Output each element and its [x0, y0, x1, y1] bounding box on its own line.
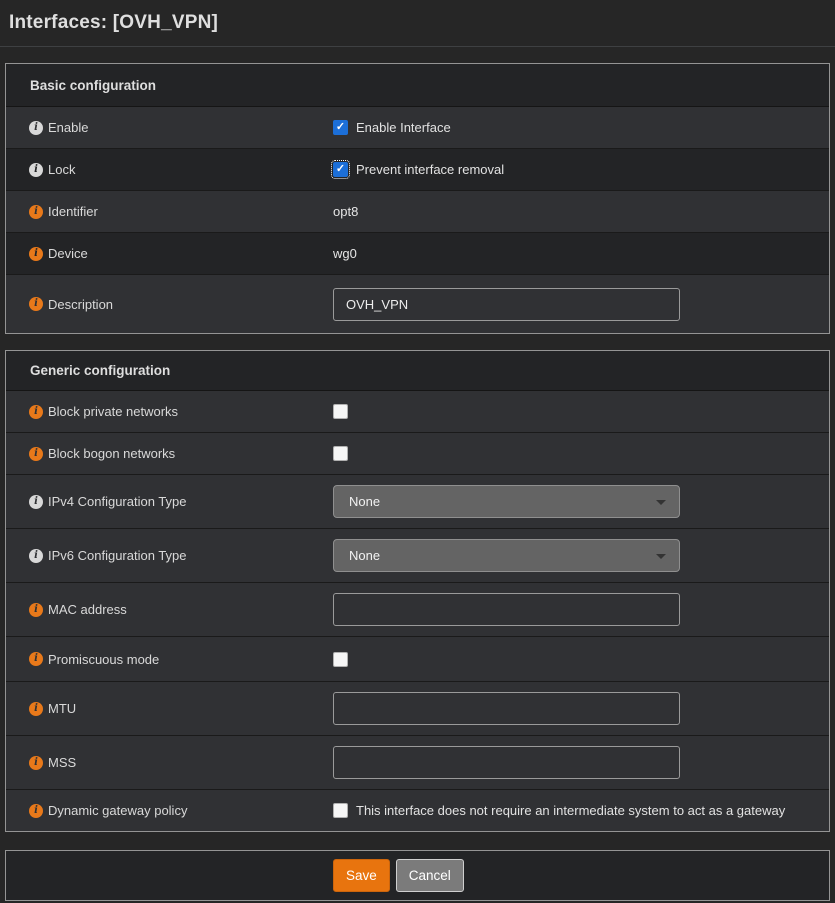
info-icon[interactable]: i — [29, 804, 43, 818]
field-label-block-bogon-networks: Block bogon networks — [48, 446, 175, 461]
field-label-device: Device — [48, 246, 88, 261]
form-row-promiscuous-mode: i Promiscuous mode — [6, 637, 829, 682]
ipv6-configuration-type-select[interactable]: None — [333, 539, 680, 572]
dynamic-gateway-policy-checkbox[interactable] — [333, 803, 348, 818]
form-row-lock: i Lock Prevent interface removal — [6, 149, 829, 191]
field-label-mtu: MTU — [48, 701, 76, 716]
chevron-down-icon — [656, 554, 666, 559]
field-label-lock: Lock — [48, 162, 75, 177]
form-row-mac-address: i MAC address — [6, 583, 829, 637]
field-label-ipv6-configuration-type: IPv6 Configuration Type — [48, 548, 187, 563]
form-row-device: i Device wg0 — [6, 233, 829, 275]
form-row-description: i Description — [6, 275, 829, 333]
dynamic-gateway-policy-checkbox-label[interactable]: This interface does not require an inter… — [356, 803, 785, 818]
mtu-input[interactable] — [333, 692, 680, 725]
field-label-dynamic-gateway-policy: Dynamic gateway policy — [48, 803, 187, 818]
field-label-enable: Enable — [48, 120, 88, 135]
device-value: wg0 — [333, 246, 357, 261]
generic-configuration-header: Generic configuration — [6, 351, 829, 391]
info-icon[interactable]: i — [29, 205, 43, 219]
block-private-networks-checkbox[interactable] — [333, 404, 348, 419]
section-title: Generic configuration — [30, 363, 170, 378]
lock-checkbox-label[interactable]: Prevent interface removal — [356, 162, 504, 177]
info-icon[interactable]: i — [29, 447, 43, 461]
info-icon[interactable]: i — [29, 121, 43, 135]
form-row-block-bogon-networks: i Block bogon networks — [6, 433, 829, 475]
ipv6-configuration-type-value: None — [349, 548, 380, 563]
field-label-mss: MSS — [48, 755, 76, 770]
promiscuous-mode-checkbox[interactable] — [333, 652, 348, 667]
info-icon[interactable]: i — [29, 495, 43, 509]
section-title: Basic configuration — [30, 78, 156, 93]
info-icon[interactable]: i — [29, 405, 43, 419]
form-row-enable: i Enable Enable Interface — [6, 107, 829, 149]
enable-checkbox[interactable] — [333, 120, 348, 135]
identifier-value: opt8 — [333, 204, 358, 219]
enable-checkbox-label[interactable]: Enable Interface — [356, 120, 451, 135]
info-icon[interactable]: i — [29, 163, 43, 177]
form-row-dynamic-gateway-policy: i Dynamic gateway policy This interface … — [6, 790, 829, 831]
generic-configuration-panel: Generic configuration i Block private ne… — [5, 350, 830, 832]
field-label-ipv4-configuration-type: IPv4 Configuration Type — [48, 494, 187, 509]
field-label-identifier: Identifier — [48, 204, 98, 219]
info-icon[interactable]: i — [29, 549, 43, 563]
field-label-promiscuous-mode: Promiscuous mode — [48, 652, 159, 667]
info-icon[interactable]: i — [29, 297, 43, 311]
ipv4-configuration-type-select[interactable]: None — [333, 485, 680, 518]
cancel-button[interactable]: Cancel — [396, 859, 464, 892]
page-title: Interfaces: [OVH_VPN] — [9, 12, 218, 34]
form-row-block-private-networks: i Block private networks — [6, 391, 829, 433]
info-icon[interactable]: i — [29, 652, 43, 666]
field-label-description: Description — [48, 297, 113, 312]
info-icon[interactable]: i — [29, 603, 43, 617]
form-row-mtu: i MTU — [6, 682, 829, 736]
mac-address-input[interactable] — [333, 593, 680, 626]
save-button[interactable]: Save — [333, 859, 390, 892]
mss-input[interactable] — [333, 746, 680, 779]
actions-panel: Save Cancel — [5, 850, 830, 901]
field-label-block-private-networks: Block private networks — [48, 404, 178, 419]
basic-configuration-panel: Basic configuration i Enable Enable Inte… — [5, 63, 830, 334]
form-row-ipv4-configuration-type: i IPv4 Configuration Type None — [6, 475, 829, 529]
form-row-ipv6-configuration-type: i IPv6 Configuration Type None — [6, 529, 829, 583]
lock-checkbox[interactable] — [333, 162, 348, 177]
info-icon[interactable]: i — [29, 756, 43, 770]
field-label-mac-address: MAC address — [48, 602, 127, 617]
description-input[interactable] — [333, 288, 680, 321]
block-bogon-networks-checkbox[interactable] — [333, 446, 348, 461]
page-title-bar: Interfaces: [OVH_VPN] — [0, 0, 835, 47]
ipv4-configuration-type-value: None — [349, 494, 380, 509]
form-row-mss: i MSS — [6, 736, 829, 790]
basic-configuration-header: Basic configuration — [6, 64, 829, 107]
chevron-down-icon — [656, 500, 666, 505]
info-icon[interactable]: i — [29, 247, 43, 261]
info-icon[interactable]: i — [29, 702, 43, 716]
form-row-identifier: i Identifier opt8 — [6, 191, 829, 233]
